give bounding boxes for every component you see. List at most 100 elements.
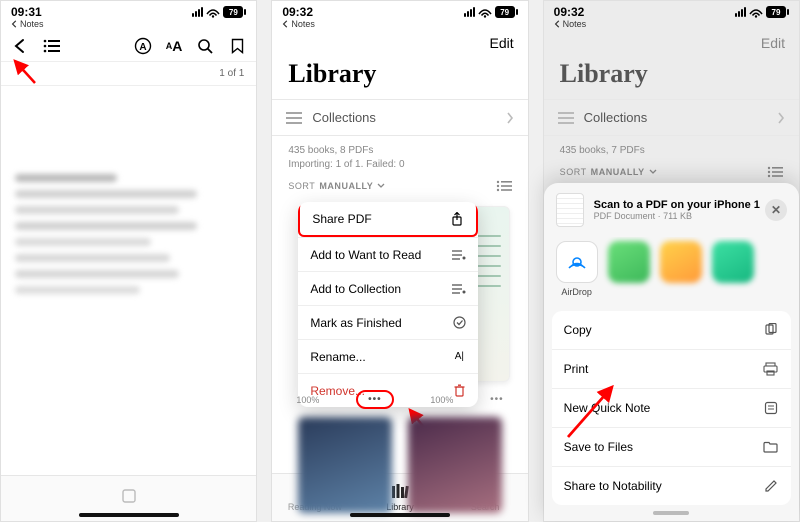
share-action-list: Copy Print New Quick Note Save to Files … [552, 311, 791, 505]
home-indicator [350, 513, 450, 517]
action-label: Share to Notability [564, 479, 662, 493]
status-bar: 09:31 79 [1, 1, 256, 19]
page-title: Library [544, 55, 799, 99]
action-save-to-files[interactable]: Save to Files [552, 427, 791, 466]
share-sheet: Scan to a PDF on your iPhone 1 PDF Docum… [544, 183, 799, 521]
page-title: Library [272, 55, 527, 99]
sort-value: MANUALLY [591, 167, 645, 177]
collections-row[interactable]: Collections [272, 99, 527, 136]
menu-label: Add to Collection [310, 282, 401, 296]
breadcrumb-back-app[interactable]: Notes [1, 19, 256, 31]
library-meta: 435 books, 7 PDFs [544, 136, 799, 158]
menu-add-want-to-read[interactable]: Add to Want to Read [298, 237, 478, 271]
share-target-app[interactable] [660, 241, 702, 297]
checkmark-circle-icon [452, 316, 466, 330]
book-shelf [272, 409, 527, 513]
collections-label: Collections [312, 110, 376, 125]
app-label [731, 287, 734, 297]
copy-icon [763, 322, 779, 338]
toc-icon[interactable] [43, 37, 61, 55]
app-icon [608, 241, 650, 283]
close-icon[interactable]: ✕ [765, 199, 787, 221]
menu-rename[interactable]: Rename... A| [298, 339, 478, 373]
book-cover[interactable] [408, 417, 502, 513]
library-meta-import: Importing: 1 of 1. Failed: 0 [288, 158, 511, 172]
bookmark-icon[interactable] [228, 37, 246, 55]
sort-prefix: SORT [560, 167, 587, 177]
progress-right: 100% [430, 395, 453, 405]
menu-label: Mark as Finished [310, 316, 401, 330]
share-sheet-header: Scan to a PDF on your iPhone 1 PDF Docum… [544, 183, 799, 237]
app-icon [660, 241, 702, 283]
collections-row[interactable]: Collections [544, 99, 799, 136]
status-time: 09:32 [554, 5, 585, 19]
page-indicator: 1 of 1 [1, 62, 256, 86]
view-list-icon[interactable] [496, 180, 512, 192]
library-meta-count: 435 books, 8 PDFs [288, 144, 511, 158]
search-icon[interactable] [196, 37, 214, 55]
pdf-thumbnail-icon [556, 193, 584, 227]
sort-prefix: SORT [288, 181, 315, 191]
breadcrumb-caret-icon [554, 20, 562, 28]
document-preview[interactable] [1, 86, 256, 475]
share-target-airdrop[interactable]: AirDrop [556, 241, 598, 297]
action-print[interactable]: Print [552, 349, 791, 388]
progress-left: 100% [296, 395, 319, 405]
menu-label: Share PDF [312, 212, 371, 226]
bottom-thumbnail-icon[interactable] [120, 487, 138, 510]
pencil-icon [763, 478, 779, 494]
more-icon-right[interactable]: ••• [490, 394, 504, 405]
action-label: Copy [564, 323, 592, 337]
sheet-handle[interactable] [653, 511, 689, 515]
context-menu: Share PDF Add to Want to Read Add to Col… [298, 202, 478, 407]
breadcrumb-caret-icon [282, 20, 290, 28]
share-target-app[interactable] [712, 241, 754, 297]
edit-button[interactable]: Edit [761, 35, 785, 51]
wifi-icon [749, 6, 763, 18]
action-share-to-notability[interactable]: Share to Notability [552, 466, 791, 505]
signal-bars-icon [735, 7, 746, 17]
action-copy[interactable]: Copy [552, 311, 791, 349]
app-label: AirDrop [561, 287, 592, 297]
edit-button[interactable]: Edit [490, 35, 514, 51]
action-new-quick-note[interactable]: New Quick Note [552, 388, 791, 427]
list-add-icon [452, 248, 466, 262]
edit-row: Edit [544, 31, 799, 55]
appearance-icon[interactable]: A [134, 37, 152, 55]
wifi-icon [206, 6, 220, 18]
breadcrumb-back-app[interactable]: Notes [544, 19, 799, 31]
chevron-right-icon [506, 112, 514, 124]
signal-bars-icon [192, 7, 203, 17]
edit-row: Edit [272, 31, 527, 55]
wifi-icon [478, 6, 492, 18]
share-target-app[interactable] [608, 241, 650, 297]
breadcrumb-label: Notes [20, 19, 44, 29]
collections-icon [558, 112, 574, 124]
sort-control[interactable]: SORT MANUALLY [288, 181, 385, 191]
sort-control[interactable]: SORT MANUALLY [560, 167, 657, 177]
phone-screen-reader: 09:31 79 Notes A AA [0, 0, 257, 522]
menu-mark-finished[interactable]: Mark as Finished [298, 305, 478, 339]
action-label: New Quick Note [564, 401, 651, 415]
signal-bars-icon [464, 7, 475, 17]
text-cursor-icon: A| [452, 350, 466, 364]
book-cover[interactable] [298, 417, 392, 513]
breadcrumb-label: Notes [563, 19, 587, 29]
chevron-right-icon [777, 112, 785, 124]
svg-text:A: A [139, 42, 146, 53]
more-button[interactable]: ••• [356, 390, 394, 409]
phone-screen-library-menu: 09:32 79 Notes Edit Library Collections … [271, 0, 528, 522]
menu-share-pdf[interactable]: Share PDF [298, 202, 478, 237]
chevron-down-icon [649, 169, 657, 175]
share-icon [450, 212, 464, 226]
breadcrumb-back-app[interactable]: Notes [272, 19, 527, 31]
app-label [679, 287, 682, 297]
reader-toolbar: A AA [1, 31, 256, 62]
view-list-icon[interactable] [767, 166, 783, 178]
text-size-icon[interactable]: AA [166, 37, 183, 55]
battery-icon: 79 [223, 6, 246, 18]
back-icon[interactable] [11, 37, 29, 55]
sort-row: SORT MANUALLY [544, 158, 799, 186]
menu-add-to-collection[interactable]: Add to Collection [298, 271, 478, 305]
home-indicator [79, 513, 179, 517]
